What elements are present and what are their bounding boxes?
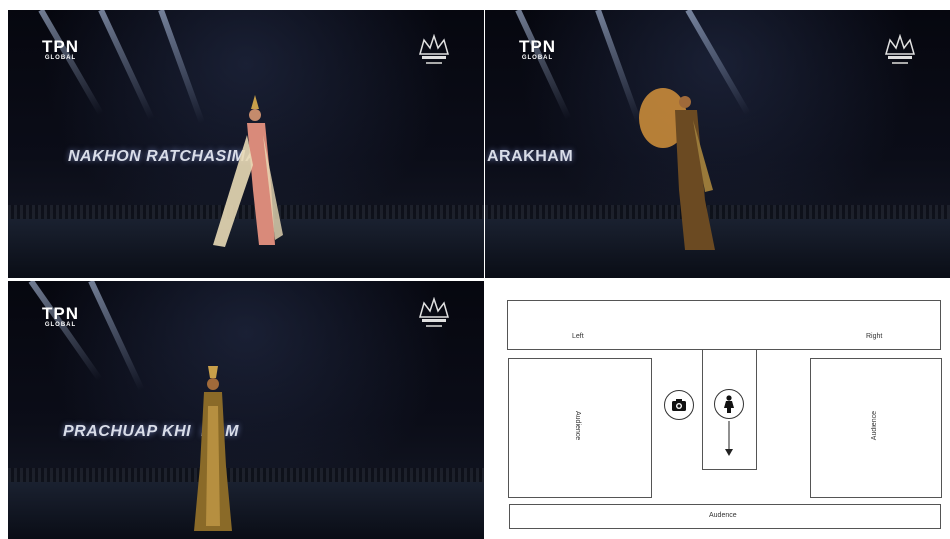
- led-screen-text: ARAKHAM: [487, 148, 574, 165]
- logo-main-text: TPN: [42, 304, 79, 323]
- logo-sub-text: GLOBAL: [44, 55, 77, 61]
- left-label: Left: [572, 333, 584, 340]
- right-label: Right: [866, 333, 883, 340]
- model-figure: [213, 95, 283, 247]
- tpn-global-logo: TPN GLOBAL: [42, 38, 79, 61]
- crown-logo-icon: [885, 34, 915, 64]
- audience-bottom-label: Audence: [709, 512, 737, 519]
- audience-right-label: Audience: [871, 411, 878, 441]
- audience-left-label: Audience: [574, 411, 581, 441]
- tpn-global-logo: TPN GLOBAL: [42, 305, 79, 328]
- tpn-global-logo: TPN GLOBAL: [519, 38, 556, 61]
- arrow-down-icon: [725, 421, 733, 456]
- logo-sub-text: GLOBAL: [44, 322, 77, 328]
- model-figure: [194, 366, 232, 531]
- crown-logo-icon: [419, 297, 449, 327]
- logo-main-text: TPN: [519, 37, 556, 56]
- person-icon: [714, 389, 744, 419]
- model-figure: [639, 88, 715, 250]
- runway-photo-1: NAKHON RATCHASIMA TPN GLOBAL: [8, 10, 484, 278]
- crown-logo-icon: [419, 34, 449, 64]
- runway-photo-3: PRACHUAP KHI HAM TPN GLOBAL: [8, 281, 484, 539]
- runway-photo-2: ARAKHAM TPN GLOBAL: [485, 10, 950, 278]
- camera-icon: [664, 390, 694, 420]
- runway-layout-diagram: Left Right Audience Audience Audence: [486, 281, 950, 539]
- logo-main-text: TPN: [42, 37, 79, 56]
- backstage-area: [507, 300, 941, 350]
- logo-sub-text: GLOBAL: [521, 55, 554, 61]
